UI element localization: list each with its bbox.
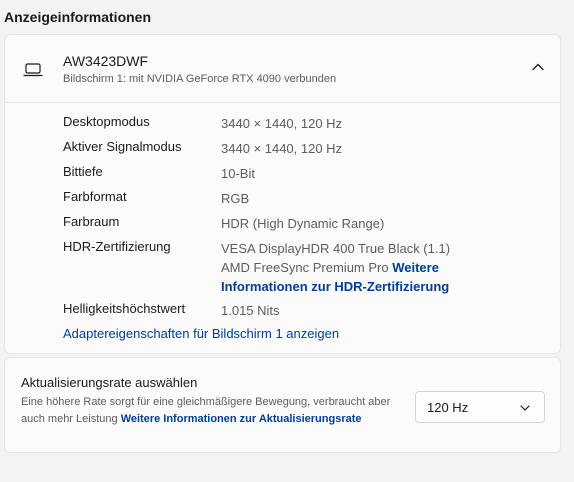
display-info-card: AW3423DWF Bildschirm 1: mit NVIDIA GeFor… [4, 34, 561, 354]
refresh-rate-info-link[interactable]: Weitere Informationen zur Aktualisierung… [121, 413, 362, 425]
info-value: 3440 × 1440, 120 Hz [221, 116, 343, 131]
hdr-cert-value-line: AMD FreeSync Premium Pro [221, 260, 389, 275]
monitor-header[interactable]: AW3423DWF Bildschirm 1: mit NVIDIA GeFor… [5, 35, 560, 103]
monitor-name: AW3423DWF [63, 53, 149, 69]
info-value: HDR (High Dynamic Range) [221, 216, 385, 231]
info-label: Farbformat [63, 189, 127, 204]
adapter-properties-link[interactable]: Adaptereigenschaften für Bildschirm 1 an… [63, 326, 339, 341]
info-label: Farbraum [63, 214, 120, 229]
info-label: HDR-Zertifizierung [63, 239, 171, 254]
hdr-cert-value-line: VESA DisplayHDR 400 True Black (1.1) [221, 241, 451, 256]
refresh-rate-card: Aktualisierungsrate auswählen Eine höher… [4, 357, 561, 453]
info-value: RGB [221, 191, 250, 206]
laptop-icon [23, 63, 43, 77]
info-label: Aktiver Signalmodus [63, 139, 182, 154]
section-title: Anzeigeinformationen [4, 9, 152, 25]
info-label: Bittiefe [63, 164, 103, 179]
info-value: 10-Bit [221, 166, 255, 181]
info-value: 1.015 Nits [221, 303, 280, 318]
info-value: 3440 × 1440, 120 Hz [221, 141, 343, 156]
info-value: VESA DisplayHDR 400 True Black (1.1) AMD… [221, 239, 491, 296]
refresh-rate-title: Aktualisierungsrate auswählen [21, 375, 198, 390]
refresh-rate-selected-value: 120 Hz [427, 400, 469, 415]
refresh-rate-dropdown[interactable]: 120 Hz [415, 391, 545, 423]
chevron-up-icon[interactable] [532, 62, 544, 72]
info-label: Helligkeitshöchstwert [63, 301, 186, 316]
monitor-connection-subtitle: Bildschirm 1: mit NVIDIA GeForce RTX 409… [63, 73, 337, 85]
refresh-rate-description: Eine höhere Rate sorgt für eine gleichmä… [21, 394, 391, 428]
chevron-down-icon [520, 405, 530, 411]
info-label: Desktopmodus [63, 114, 150, 129]
